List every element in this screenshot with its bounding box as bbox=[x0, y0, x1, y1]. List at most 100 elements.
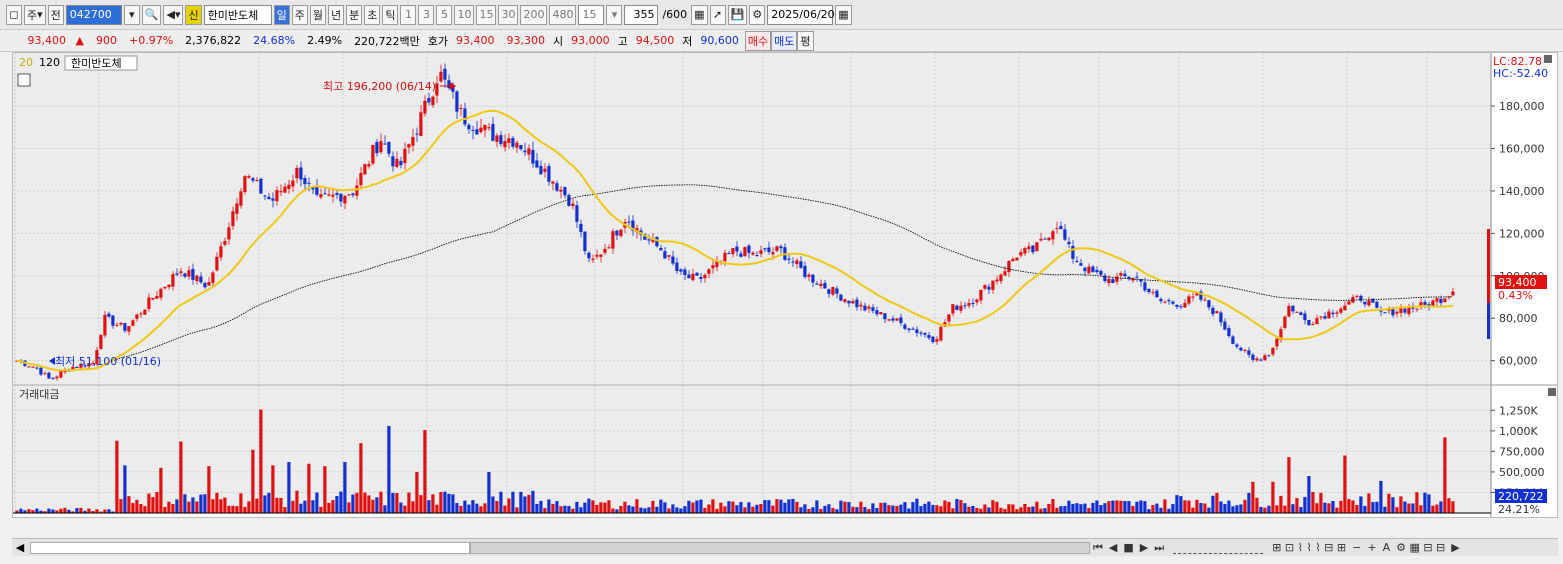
text-tool-icon[interactable]: A bbox=[1380, 541, 1394, 554]
candle bbox=[743, 247, 747, 257]
period-select[interactable]: 주 ▾ bbox=[24, 4, 46, 25]
more-tools-icon[interactable]: ⚙ ▦ ⊟ ⊟ bbox=[1393, 541, 1448, 554]
count-field[interactable]: 15 bbox=[578, 4, 605, 25]
candle bbox=[895, 318, 899, 321]
volume-bar bbox=[1107, 501, 1111, 513]
tab-minute[interactable]: 분 bbox=[346, 4, 363, 25]
nav-prev-icon[interactable]: ◀ bbox=[1106, 541, 1120, 554]
volume-bar bbox=[371, 499, 375, 513]
candle bbox=[847, 300, 851, 304]
nav-first-icon[interactable]: ⏮ bbox=[1090, 541, 1106, 555]
minute-200[interactable]: 200 bbox=[520, 4, 548, 25]
minute-15[interactable]: 15 bbox=[476, 4, 497, 25]
settings-icon[interactable]: ⚙ bbox=[749, 4, 766, 25]
candle bbox=[1183, 302, 1187, 308]
save-icon[interactable]: 💾 bbox=[727, 4, 748, 25]
minute-1[interactable]: 1 bbox=[400, 4, 417, 25]
price-axis-label: 140,000 bbox=[1499, 185, 1545, 198]
volume-bar bbox=[175, 499, 179, 513]
nav-last-icon[interactable]: ⏭ bbox=[1151, 541, 1167, 555]
calendar-icon[interactable]: ▦ bbox=[835, 4, 852, 25]
volume-bar bbox=[579, 507, 583, 513]
candle bbox=[1051, 231, 1055, 240]
volume-last-label: 220,722 bbox=[1498, 490, 1544, 503]
stop-icon[interactable]: ■ bbox=[1120, 541, 1136, 554]
new-badge: 신 bbox=[185, 4, 202, 25]
window-icon[interactable]: ◻ bbox=[6, 4, 22, 25]
volume-bar bbox=[1199, 502, 1203, 513]
candle bbox=[1067, 241, 1071, 245]
volume-bar bbox=[1139, 500, 1143, 513]
scroll-left-icon[interactable]: ◀ bbox=[12, 540, 28, 556]
candle bbox=[1239, 347, 1243, 351]
date-field[interactable]: 2025/06/20 bbox=[767, 4, 835, 25]
candle bbox=[259, 178, 263, 194]
tab-weekly[interactable]: 주 bbox=[291, 4, 308, 25]
all-button[interactable]: 전 bbox=[47, 4, 64, 25]
volume-bar bbox=[231, 505, 235, 513]
volume-bar bbox=[511, 491, 515, 513]
dropdown-icon[interactable]: ▾ bbox=[123, 4, 140, 25]
tab-monthly[interactable]: 월 bbox=[309, 4, 326, 25]
volume-bar bbox=[683, 506, 687, 513]
candle bbox=[427, 98, 431, 103]
zoom-slider[interactable] bbox=[1173, 542, 1264, 554]
volume-bar bbox=[1159, 507, 1163, 513]
volume-bar bbox=[799, 507, 803, 513]
buy-button[interactable]: 매수 bbox=[744, 30, 772, 51]
price-chart-svg[interactable]: 180,000160,000140,000120,000100,00080,00… bbox=[13, 53, 1557, 532]
count-dropdown-icon[interactable]: ▾ bbox=[606, 4, 623, 25]
tab-yearly[interactable]: 년 bbox=[327, 4, 345, 25]
volume-bar bbox=[423, 430, 427, 513]
candle bbox=[1007, 261, 1011, 273]
candle bbox=[1215, 311, 1219, 314]
scroll-track[interactable] bbox=[30, 541, 470, 554]
panel-close-icon[interactable] bbox=[1544, 55, 1552, 63]
candle bbox=[1023, 248, 1027, 254]
zoom-out-icon[interactable]: − bbox=[1349, 541, 1364, 554]
line-tool-icon[interactable]: ➚ bbox=[709, 4, 726, 25]
volume-bar bbox=[507, 498, 511, 513]
scroll-thumb[interactable] bbox=[470, 541, 1090, 554]
volume-bar bbox=[315, 492, 319, 513]
volume-bar bbox=[151, 497, 155, 513]
nav-next-icon[interactable]: ▶ bbox=[1137, 541, 1151, 554]
minute-30[interactable]: 30 bbox=[498, 4, 519, 25]
candle bbox=[1175, 304, 1179, 307]
volume-axis-label: 1,250K bbox=[1499, 404, 1538, 417]
volume-bar bbox=[995, 501, 999, 513]
volume-panel-close-icon[interactable] bbox=[1548, 388, 1556, 396]
speaker-icon[interactable]: ◀▾ bbox=[163, 4, 184, 25]
volume-bar bbox=[1171, 504, 1175, 513]
sell-button[interactable]: 매도 bbox=[771, 30, 798, 51]
stock-name-field[interactable]: 한미반도체 bbox=[203, 4, 272, 25]
tab-daily[interactable]: 일 bbox=[273, 4, 290, 25]
minute-5[interactable]: 5 bbox=[436, 4, 453, 25]
candle bbox=[1111, 279, 1115, 284]
chart-panel[interactable]: 180,000160,000140,000120,000100,00080,00… bbox=[12, 52, 1558, 532]
candle bbox=[727, 253, 731, 255]
minute-10[interactable]: 10 bbox=[454, 4, 475, 25]
search-icon[interactable]: 🔍 bbox=[141, 4, 162, 25]
candle bbox=[907, 328, 911, 331]
volume-bar bbox=[611, 508, 615, 513]
code-input[interactable]: 042700 bbox=[65, 4, 122, 25]
volume-bar bbox=[199, 494, 203, 513]
zoom-in-icon[interactable]: + bbox=[1364, 541, 1379, 554]
candle bbox=[1223, 321, 1227, 330]
volume-bar bbox=[399, 502, 403, 513]
grid-toggle-icon[interactable] bbox=[17, 73, 31, 87]
tab-second[interactable]: 초 bbox=[364, 4, 381, 25]
minute-480[interactable]: 480 bbox=[549, 4, 577, 25]
range-field[interactable]: 355 bbox=[624, 4, 659, 25]
tool-icons[interactable]: ⊞ ⊡ ⌇ ⌇ ⌇ ⊟ ⊞ bbox=[1269, 541, 1349, 554]
candle bbox=[831, 287, 835, 295]
candle-type-icon[interactable]: ▦ bbox=[691, 4, 708, 25]
candle bbox=[27, 366, 31, 368]
candle bbox=[683, 269, 687, 275]
tab-tick[interactable]: 틱 bbox=[382, 4, 399, 25]
eval-button[interactable]: 평 bbox=[797, 30, 814, 51]
minute-3[interactable]: 3 bbox=[418, 4, 435, 25]
volume-bar bbox=[767, 500, 771, 513]
scroll-right-icon[interactable]: ▶ bbox=[1448, 541, 1462, 554]
